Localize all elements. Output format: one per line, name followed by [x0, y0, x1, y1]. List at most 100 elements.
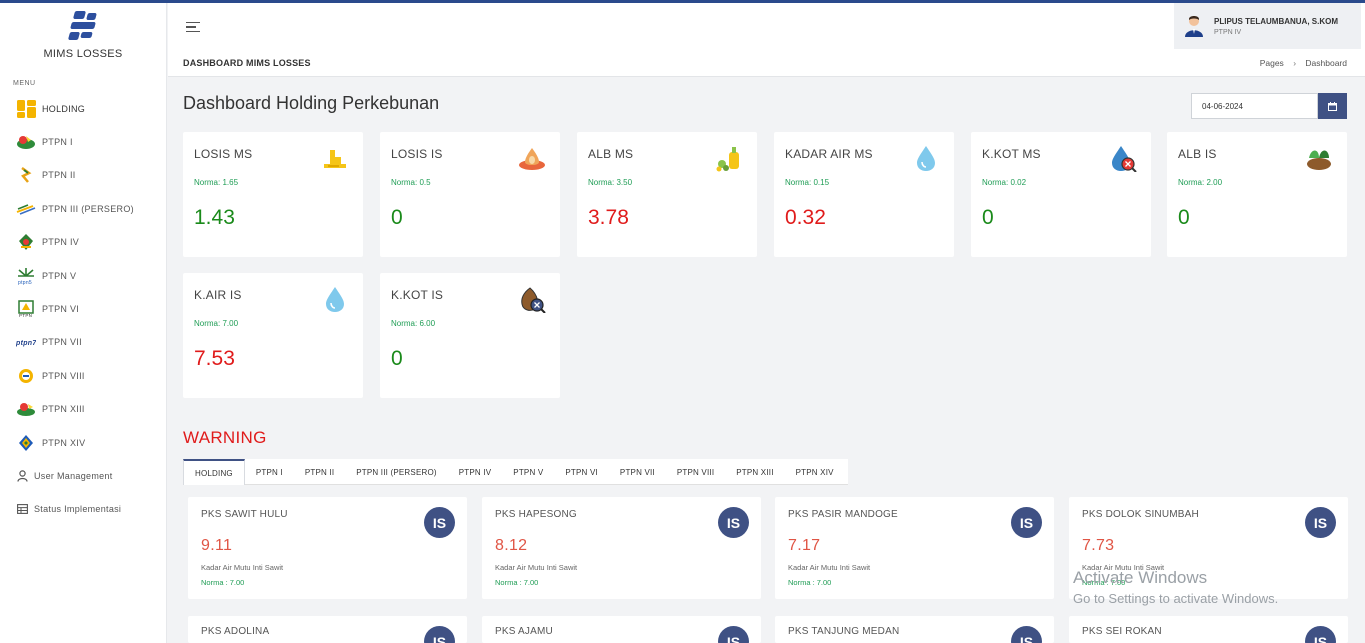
warning-norm: Norma : 7.00: [788, 578, 832, 587]
stat-title: K.KOT IS: [391, 288, 444, 302]
warning-description: Kadar Air Mutu Inti Sawit: [788, 563, 871, 572]
tab-ptpn-14[interactable]: PTPN XIV: [785, 459, 845, 485]
tab-ptpn-8[interactable]: PTPN VIII: [666, 459, 725, 485]
holding-grid-icon: [16, 99, 36, 118]
sidebar-item-ptpn-8[interactable]: PTPN VIII: [0, 359, 166, 392]
stat-norm: Norma: 2.00: [1178, 178, 1223, 187]
stat-card-alb-ms: ALB MS Norma: 3.50 3.78: [577, 132, 757, 257]
sidebar-item-ptpn-14[interactable]: PTPN XIV: [0, 426, 166, 459]
warning-description: Kadar Air Mutu Inti Sawit: [201, 563, 284, 572]
sidebar-item-ptpn-4[interactable]: PTPN IV: [0, 226, 166, 259]
is-badge: IS: [1305, 626, 1336, 643]
sidebar-item-label: PTPN V: [42, 270, 77, 281]
stat-norm: Norma: 0.5: [391, 178, 431, 187]
mill-name: PKS SEI ROKAN: [1082, 626, 1162, 637]
sidebar-item-label: User Management: [34, 470, 113, 481]
stat-norm: Norma: 3.50: [588, 178, 633, 187]
mill-name: PKS SAWIT HULU: [201, 509, 288, 520]
page-subheader: DASHBOARD MIMS LOSSES Pages › Dashboard: [168, 51, 1365, 77]
mill-name: PKS PASIR MANDOGE: [788, 509, 898, 520]
dirty-drop-icon: [1112, 146, 1137, 172]
breadcrumb-pages[interactable]: Pages: [1260, 58, 1284, 68]
oil-palm-fruit-icon: [324, 150, 346, 168]
stat-value: 3.78: [588, 206, 629, 229]
sidebar-item-ptpn-5[interactable]: ptpn5 PTPN V: [0, 259, 166, 292]
dirty-kernel-icon: [521, 287, 546, 313]
user-org: PTPN IV: [1214, 28, 1242, 36]
brand[interactable]: MIMS LOSSES: [0, 3, 166, 69]
tab-holding[interactable]: HOLDING: [183, 459, 245, 485]
hamburger-menu-icon[interactable]: [186, 22, 200, 35]
sidebar-item-status-implementasi[interactable]: Status Implementasi: [0, 493, 166, 526]
stat-card-kadar-air-ms: KADAR AIR MS Norma: 0.15 0.32: [774, 132, 954, 257]
tab-ptpn-7[interactable]: PTPN VII: [609, 459, 666, 485]
stat-value: 0.32: [785, 206, 826, 229]
sidebar: MIMS LOSSES MENU HOLDING PTPN I PTPN II …: [0, 3, 167, 643]
stat-norm: Norma: 6.00: [391, 319, 436, 328]
mill-name: PKS ADOLINA: [201, 626, 270, 637]
ptpn14-logo-icon: [16, 434, 36, 452]
sidebar-item-label: HOLDING: [42, 103, 86, 114]
sidebar-item-ptpn-6[interactable]: PTPN PTPN VI: [0, 292, 166, 325]
warning-value: 7.73: [1082, 537, 1115, 554]
is-badge: IS: [1011, 507, 1042, 538]
sidebar-item-ptpn-7[interactable]: ptpn7 PTPN VII: [0, 326, 166, 359]
sidebar-item-label: PTPN I: [42, 137, 73, 148]
tab-ptpn-3[interactable]: PTPN III (PERSERO): [345, 459, 448, 485]
ptpn7-logo-icon: ptpn7: [16, 333, 36, 351]
sidebar-item-ptpn-13[interactable]: PTPN XIII: [0, 393, 166, 426]
is-badge: IS: [718, 626, 749, 643]
mill-name: PKS TANJUNG MEDAN: [788, 626, 900, 637]
tab-ptpn-4[interactable]: PTPN IV: [448, 459, 503, 485]
oil-bottle-icon: [716, 147, 739, 172]
sidebar-item-ptpn-2[interactable]: PTPN II: [0, 159, 166, 192]
sidebar-item-ptpn-3[interactable]: PTPN III (PERSERO): [0, 192, 166, 225]
sidebar-item-label: PTPN VII: [42, 337, 82, 348]
user-profile[interactable]: PLIPUS TELAUMBANUA, S.KOM PTPN IV: [1174, 3, 1361, 49]
stat-title: KADAR AIR MS: [785, 147, 873, 161]
sidebar-item-holding[interactable]: HOLDING: [0, 92, 166, 125]
stat-norm: Norma: 1.65: [194, 178, 239, 187]
tab-ptpn-6[interactable]: PTPN VI: [554, 459, 609, 485]
watermark-line-2: Go to Settings to activate Windows.: [1073, 591, 1279, 606]
date-picker[interactable]: 04-06-2024: [1191, 93, 1347, 119]
stat-title: K.KOT MS: [982, 147, 1041, 161]
kernel-drop-icon: [519, 148, 545, 170]
mill-name: PKS AJAMU: [495, 626, 553, 637]
water-drop-icon: [917, 146, 935, 171]
stat-value: 0: [982, 206, 994, 229]
warning-card: PKS SAWIT HULU 9.11 Kadar Air Mutu Inti …: [188, 497, 467, 599]
tabs-spacer: [848, 459, 1347, 485]
ptpn8-logo-icon: [16, 367, 36, 385]
ptpn3-logo-icon: [16, 200, 36, 218]
tab-ptpn-13[interactable]: PTPN XIII: [725, 459, 784, 485]
date-input[interactable]: 04-06-2024: [1191, 93, 1318, 119]
ptpn6-logo-icon: PTPN: [16, 300, 36, 318]
sidebar-item-ptpn-1[interactable]: PTPN I: [0, 125, 166, 158]
stat-value: 0: [391, 347, 403, 370]
warning-norm: Norma : 7.00: [201, 578, 245, 587]
windows-activation-watermark: Activate Windows Go to Settings to activ…: [1073, 568, 1278, 606]
tab-ptpn-1[interactable]: PTPN I: [245, 459, 294, 485]
stat-title: LOSIS MS: [194, 147, 253, 161]
stat-title: ALB IS: [1178, 147, 1217, 161]
sidebar-item-label: PTPN IV: [42, 237, 80, 248]
kernel-leaf-icon: [1307, 150, 1331, 170]
sidebar-item-label: PTPN VIII: [42, 370, 85, 381]
tab-ptpn-2[interactable]: PTPN II: [294, 459, 345, 485]
user-name: PLIPUS TELAUMBANUA, S.KOM: [1214, 16, 1338, 26]
svg-text:ptpn5: ptpn5: [18, 280, 32, 285]
sidebar-item-user-management[interactable]: User Management: [0, 459, 166, 492]
warning-card: PKS TANJUNG MEDAN IS: [775, 616, 1054, 643]
mill-name: PKS DOLOK SINUMBAH: [1082, 509, 1199, 520]
page-title: Dashboard Holding Perkebunan: [183, 93, 440, 113]
sidebar-item-label: PTPN II: [42, 170, 76, 181]
tab-ptpn-5[interactable]: PTPN V: [502, 459, 554, 485]
ptpn5-logo-icon: ptpn5: [16, 267, 36, 285]
calendar-button[interactable]: [1318, 93, 1347, 119]
stat-norm: Norma: 0.02: [982, 178, 1027, 187]
breadcrumb: Pages › Dashboard: [1260, 58, 1347, 68]
is-badge: IS: [424, 507, 455, 538]
warning-card: PKS PASIR MANDOGE 7.17 Kadar Air Mutu In…: [775, 497, 1054, 599]
ptpn4-logo-icon: [16, 233, 36, 251]
